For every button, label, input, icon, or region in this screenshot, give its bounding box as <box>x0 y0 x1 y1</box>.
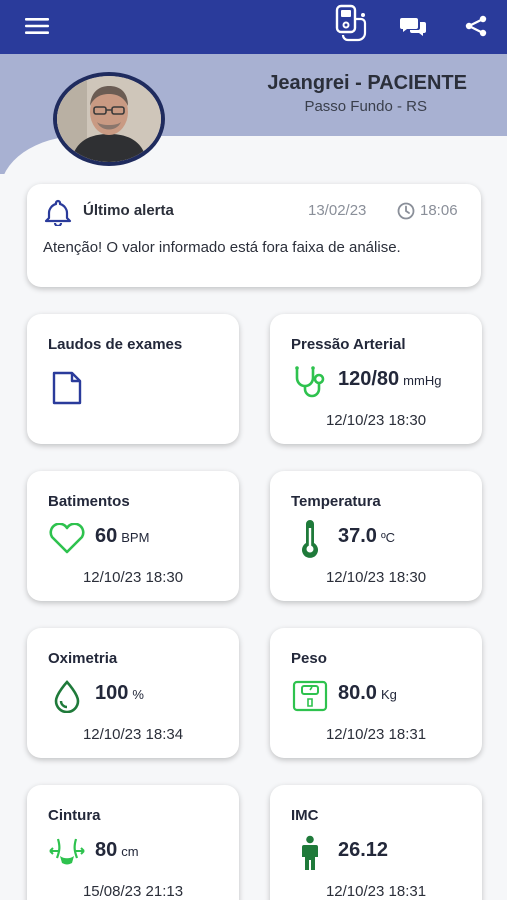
document-icon <box>47 370 87 406</box>
tile-temperature[interactable]: Temperatura 37.0 ºC 12/10/23 18:30 <box>270 471 482 601</box>
share-button[interactable] <box>456 6 496 46</box>
tile-weight[interactable]: Peso 80.0 Kg 12/10/23 18:31 <box>270 628 482 758</box>
heart-icon <box>47 521 87 557</box>
tile-title: Temperatura <box>291 493 381 510</box>
hamburger-menu-icon <box>25 18 49 34</box>
tile-title: Cintura <box>48 807 101 824</box>
value-text: 37.0 <box>338 525 377 547</box>
tile-value: 37.0 ºC <box>338 525 395 548</box>
value-unit: BPM <box>121 530 150 545</box>
tile-date: 12/10/23 18:30 <box>325 412 427 429</box>
tile-oximetry[interactable]: Oximetria 100% 12/10/23 18:34 <box>27 628 239 758</box>
value-text: 80 <box>95 839 118 861</box>
tile-bmi[interactable]: IMC 26.12 12/10/23 18:31 <box>270 785 482 900</box>
value-unit: cm <box>121 844 139 859</box>
tile-title: Batimentos <box>48 493 130 510</box>
menu-button[interactable] <box>17 6 57 46</box>
blood-pressure-monitor-icon <box>335 4 367 42</box>
scale-icon <box>290 678 330 714</box>
tile-date: 12/10/23 18:31 <box>325 726 427 743</box>
alert-message: Atenção! O valor informado está fora fai… <box>43 239 401 256</box>
tile-value: 26.12 <box>338 839 392 862</box>
share-icon <box>465 15 487 37</box>
value-text: 60 <box>95 525 118 547</box>
avatar[interactable] <box>53 72 165 166</box>
alert-title: Último alerta <box>83 202 174 219</box>
drop-icon <box>47 678 87 714</box>
tile-waist[interactable]: Cintura 80 cm 15/08/23 21:13 <box>27 785 239 900</box>
tile-value: 100% <box>95 682 144 705</box>
tile-date: 12/10/23 18:30 <box>325 569 427 586</box>
tile-title: IMC <box>291 807 319 824</box>
value-text: 100 <box>95 682 129 704</box>
tile-value: 120/80 mmHg <box>338 368 441 391</box>
value-unit: % <box>132 687 144 702</box>
waist-measure-icon <box>47 835 87 871</box>
value-unit: Kg <box>380 687 397 702</box>
value-unit: mmHg <box>403 373 442 388</box>
tile-title: Oximetria <box>48 650 118 667</box>
device-button[interactable] <box>330 4 370 44</box>
tile-date: 15/08/23 21:13 <box>82 883 184 900</box>
patient-name: Jeangrei - PACIENTE <box>267 72 467 94</box>
tile-value: 60 BPM <box>95 525 149 548</box>
stethoscope-icon <box>290 364 330 400</box>
tile-blood-pressure[interactable]: Pressão Arterial 120/80 mmHg 12/10/23 18:… <box>270 314 482 444</box>
chat-bubbles-icon <box>400 18 426 36</box>
patient-city: Passo Fundo - RS <box>304 98 427 115</box>
value-text: 80.0 <box>338 682 377 704</box>
last-alert-card[interactable]: Último alerta 13/02/23 18:06 Atenção! O … <box>27 184 481 287</box>
clock-icon <box>396 201 416 226</box>
value-text: 120/80 <box>338 368 400 390</box>
chat-button[interactable] <box>394 6 434 46</box>
patient-photo <box>57 76 161 162</box>
value-text: 26.12 <box>338 839 389 861</box>
tile-title: Laudos de exames <box>48 336 183 353</box>
tile-value: 80 cm <box>95 839 139 862</box>
tile-date: 12/10/23 18:34 <box>82 726 184 743</box>
tile-value: 80.0 Kg <box>338 682 397 705</box>
alert-date: 13/02/23 <box>308 202 367 219</box>
value-unit: ºC <box>380 530 396 545</box>
alert-time: 18:06 <box>420 202 458 219</box>
tile-title: Pressão Arterial <box>291 336 406 353</box>
tile-exam-reports[interactable]: Laudos de exames <box>27 314 239 444</box>
tile-title: Peso <box>291 650 327 667</box>
person-icon <box>290 835 330 871</box>
tile-date: 12/10/23 18:30 <box>82 569 184 586</box>
tile-date: 12/10/23 18:31 <box>325 883 427 900</box>
top-bar <box>0 0 507 54</box>
thermometer-icon <box>290 520 330 558</box>
bell-icon <box>43 198 73 231</box>
tile-heart-rate[interactable]: Batimentos 60 BPM 12/10/23 18:30 <box>27 471 239 601</box>
